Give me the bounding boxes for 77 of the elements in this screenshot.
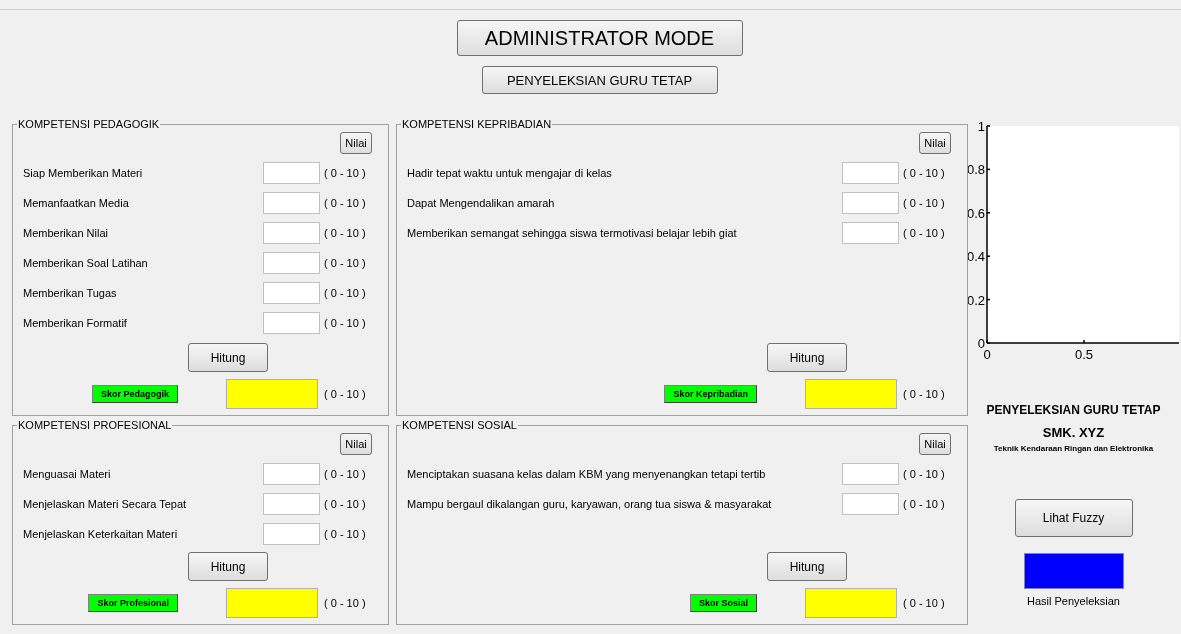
input-field[interactable] xyxy=(263,463,320,485)
input-field[interactable] xyxy=(263,222,320,244)
range-label: ( 0 - 10 ) xyxy=(324,287,367,299)
nilai-button[interactable]: Nilai xyxy=(340,433,372,455)
tick-label: 0.4 xyxy=(968,249,985,265)
input-field[interactable] xyxy=(263,192,320,214)
criterion-label: Memberikan Soal Latihan xyxy=(23,257,149,269)
nilai-button[interactable]: Nilai xyxy=(340,132,372,154)
range-label: ( 0 - 10 ) xyxy=(324,528,367,540)
tick-label: 1 xyxy=(977,120,985,134)
range-label: ( 0 - 10 ) xyxy=(324,167,367,179)
criterion-label: Menguasai Materi xyxy=(23,468,112,480)
score-label: Skor Kepribadian xyxy=(664,385,757,403)
range-label: ( 0 - 10 ) xyxy=(324,498,367,510)
criterion-label: Memanfaatkan Media xyxy=(23,197,130,209)
input-field[interactable] xyxy=(842,192,899,214)
range-label: ( 0 - 10 ) xyxy=(903,197,946,209)
tick-label: 0 xyxy=(977,336,985,351)
input-field[interactable] xyxy=(263,493,320,515)
score-label: Skor Profesional xyxy=(88,594,178,612)
range-label: ( 0 - 10 ) xyxy=(324,257,367,269)
group-title: KOMPETENSI PEDAGOGIK xyxy=(17,118,161,130)
hitung-button[interactable]: Hitung xyxy=(188,343,268,372)
tick-label: 0.5 xyxy=(1074,347,1094,362)
tick-label: 0.8 xyxy=(968,162,985,178)
input-field[interactable] xyxy=(263,523,320,545)
department-name: Teknik Kendaraan Ringan dan Elektronika xyxy=(993,444,1154,453)
range-label: ( 0 - 10 ) xyxy=(903,597,946,609)
criterion-label: Siap Memberikan Materi xyxy=(23,167,144,179)
range-label: ( 0 - 10 ) xyxy=(903,167,946,179)
range-label: ( 0 - 10 ) xyxy=(903,498,946,510)
input-field[interactable] xyxy=(263,162,320,184)
title-button[interactable]: ADMINISTRATOR MODE xyxy=(456,20,743,56)
input-field[interactable] xyxy=(842,162,899,184)
criterion-label: Hadir tepat waktu untuk mengajar di kelas xyxy=(407,167,613,179)
range-label: ( 0 - 10 ) xyxy=(324,197,367,209)
chart-title: PENYELEKSIAN GURU TETAP xyxy=(986,403,1161,417)
subtitle-button[interactable]: PENYELEKSIAN GURU TETAP xyxy=(481,66,718,94)
tick-label: 0.2 xyxy=(968,292,985,308)
nilai-button[interactable]: Nilai xyxy=(919,433,951,455)
criterion-label: Dapat Mengendalikan amarah xyxy=(407,197,556,209)
criterion-label: Memberikan Tugas xyxy=(23,287,118,299)
criterion-label: Memberikan Nilai xyxy=(23,227,109,239)
input-field[interactable] xyxy=(263,312,320,334)
result-label: Hasil Penyeleksian xyxy=(1027,595,1120,607)
range-label: ( 0 - 10 ) xyxy=(324,227,367,239)
criterion-label: Mampu bergaul dikalangan guru, karyawan, orang tua siswa & masyarakat xyxy=(407,498,773,510)
input-field[interactable] xyxy=(263,282,320,304)
range-label: ( 0 - 10 ) xyxy=(903,388,946,400)
criterion-label: Menjelaskan Materi Secara Tepat xyxy=(23,498,188,510)
nilai-button[interactable]: Nilai xyxy=(919,132,951,154)
range-label: ( 0 - 10 ) xyxy=(903,227,946,239)
range-label: ( 0 - 10 ) xyxy=(324,317,367,329)
input-field[interactable] xyxy=(263,252,320,274)
hitung-button[interactable]: Hitung xyxy=(188,552,268,581)
criterion-label: Memberikan Formatif xyxy=(23,317,128,329)
fuzzy-button[interactable]: Lihat Fuzzy xyxy=(1014,499,1133,537)
range-label: ( 0 - 10 ) xyxy=(903,468,946,480)
tick-label: 0.6 xyxy=(968,205,985,221)
range-label: ( 0 - 10 ) xyxy=(324,597,367,609)
tick-label: 0 xyxy=(983,347,991,362)
score-label: Skor Sosial xyxy=(689,594,757,612)
hitung-button[interactable]: Hitung xyxy=(767,552,847,581)
school-name: SMK. XYZ xyxy=(1042,425,1105,440)
range-label: ( 0 - 10 ) xyxy=(324,388,367,400)
criterion-label: Menjelaskan Keterkaitan Materi xyxy=(23,528,179,540)
group-title: KOMPETENSI PROFESIONAL xyxy=(17,419,173,431)
input-field[interactable] xyxy=(842,493,899,515)
input-field[interactable] xyxy=(842,222,899,244)
group-title: KOMPETENSI KEPRIBADIAN xyxy=(401,118,553,130)
score-label: Skor Pedagogik xyxy=(91,385,178,403)
criterion-label: Memberikan semangat sehingga siswa termotivasi belajar lebih giat xyxy=(407,227,738,239)
range-label: ( 0 - 10 ) xyxy=(324,468,367,480)
hitung-button[interactable]: Hitung xyxy=(767,343,847,372)
criterion-label: Menciptakan suasana kelas dalam KBM yang menyenangkan tetapi tertib xyxy=(407,468,767,480)
group-title: KOMPETENSI SOSIAL xyxy=(401,419,518,431)
input-field[interactable] xyxy=(842,463,899,485)
